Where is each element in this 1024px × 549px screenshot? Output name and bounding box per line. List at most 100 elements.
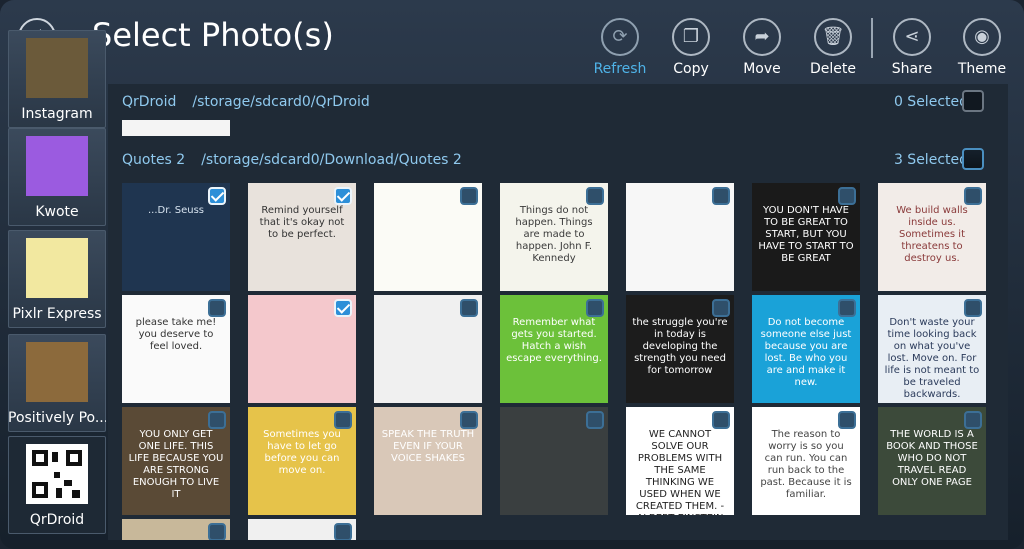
photo-thumbnail[interactable]: YOU ONLY GET ONE LIFE. THIS LIFE BECAUSE… <box>122 407 230 515</box>
photo-thumbnail[interactable]: Remind yourself that it's okay not to be… <box>248 183 356 291</box>
photo-thumbnail[interactable]: We build walls inside us. Sometimes it t… <box>878 183 986 291</box>
photo-select-checkbox[interactable] <box>712 187 730 205</box>
album-thumbnail <box>26 238 88 298</box>
photo-select-checkbox[interactable] <box>586 299 604 317</box>
photo-thumbnail[interactable]: YOU DON'T HAVE TO BE GREAT TO START, BUT… <box>752 183 860 291</box>
photo-thumbnail[interactable] <box>626 183 734 291</box>
photo-thumbnail[interactable]: The reason to worry is so you can run. Y… <box>752 407 860 515</box>
photo-select-checkbox[interactable] <box>460 187 478 205</box>
photo-thumbnail[interactable] <box>248 519 356 540</box>
photo-select-checkbox[interactable] <box>334 411 352 429</box>
photo-quote-text: WE CANNOT SOLVE OUR PROBLEMS WITH THE SA… <box>635 429 725 515</box>
photo-thumbnail[interactable]: Do not become someone else just because … <box>752 295 860 403</box>
photo-thumbnail[interactable]: Sometimes you have to let go before you … <box>248 407 356 515</box>
group-name: QrDroid <box>122 94 177 110</box>
photo-thumbnail[interactable] <box>500 407 608 515</box>
refresh-icon: ⟳ <box>601 18 639 56</box>
photo-quote-text: Don't waste your time looking back on wh… <box>884 317 980 400</box>
album-thumbnail <box>26 342 88 402</box>
refresh-button[interactable]: ⟳ Refresh <box>585 18 655 80</box>
tool-label: Theme <box>957 61 1007 77</box>
photo-select-checkbox[interactable] <box>460 411 478 429</box>
photo-quote-text: Remind yourself that it's okay not to be… <box>259 205 345 240</box>
top-bar: Select Photo(s) ⟳ Refresh ❐ Copy ➦ Move 🗑 Delet… <box>0 0 1024 82</box>
photo-select-checkbox[interactable] <box>964 299 982 317</box>
group-selected-count: 0 Selected <box>893 94 968 110</box>
group-path: /storage/sdcard0/QrDroid <box>192 94 370 110</box>
photo-select-checkbox[interactable] <box>838 411 856 429</box>
album-label: Pixlr Express <box>12 306 102 322</box>
photo-thumbnail[interactable]: please take me! you deserve to feel love… <box>122 295 230 403</box>
photo-select-checkbox[interactable] <box>208 187 226 205</box>
album-qrdroid[interactable]: QrDroid <box>8 436 106 534</box>
page-title: Select Photo(s) <box>92 16 334 54</box>
copy-icon: ❐ <box>672 18 710 56</box>
album-kwote[interactable]: Kwote <box>8 128 106 226</box>
group-select-all-checkbox[interactable] <box>962 90 984 112</box>
group-name: Quotes 2 <box>122 152 186 168</box>
photo-thumbnail[interactable]: SPEAK THE TRUTH EVEN IF YOUR VOICE SHAKE… <box>374 407 482 515</box>
photo-select-checkbox[interactable] <box>334 187 352 205</box>
photo-select-checkbox[interactable] <box>334 523 352 540</box>
photo-select-checkbox[interactable] <box>208 523 226 540</box>
photo-thumbnail[interactable]: Don't waste your time looking back on wh… <box>878 295 986 403</box>
photo-select-checkbox[interactable] <box>586 187 604 205</box>
delete-button[interactable]: 🗑 Delete <box>798 18 868 80</box>
app-window: Select Photo(s) ⟳ Refresh ❐ Copy ➦ Move 🗑 Delet… <box>0 0 1024 549</box>
photo-select-checkbox[interactable] <box>586 411 604 429</box>
album-instagram[interactable]: Instagram <box>8 30 106 128</box>
move-button[interactable]: ➦ Move <box>727 18 797 80</box>
copy-button[interactable]: ❐ Copy <box>656 18 726 80</box>
tool-label: Refresh <box>593 61 647 77</box>
photo-thumbnail[interactable] <box>374 183 482 291</box>
tool-label: Move <box>743 61 781 77</box>
photo-select-checkbox[interactable] <box>460 299 478 317</box>
photo-thumbnail[interactable]: Things do not happen. Things are made to… <box>500 183 608 291</box>
photo-select-checkbox[interactable] <box>838 187 856 205</box>
photo-thumbnail[interactable]: the struggle you're in today is developi… <box>626 295 734 403</box>
photo-select-checkbox[interactable] <box>712 299 730 317</box>
tool-label: Share <box>891 61 933 77</box>
group-select-all-checkbox[interactable] <box>962 148 984 170</box>
photo-quote-text: YOU ONLY GET ONE LIFE. THIS LIFE BECAUSE… <box>128 429 224 500</box>
album-sidebar: Instagram Kwote Pixlr Express Positively Po… <box>8 30 106 542</box>
photo-select-checkbox[interactable] <box>334 299 352 317</box>
photo-thumbnail[interactable] <box>122 519 230 540</box>
photo-thumbnail[interactable]: THE WORLD IS A BOOK AND THOSE WHO DO NOT… <box>878 407 986 515</box>
photo-quote-text: The reason to worry is so you can run. Y… <box>760 429 852 500</box>
photo-thumbnail[interactable] <box>374 295 482 403</box>
photo-select-checkbox[interactable] <box>208 299 226 317</box>
group-selected-count: 3 Selected <box>893 152 968 168</box>
photo-select-checkbox[interactable] <box>964 411 982 429</box>
photo-thumbnail[interactable]: WE CANNOT SOLVE OUR PROBLEMS WITH THE SA… <box>626 407 734 515</box>
album-thumbnail <box>26 136 88 196</box>
photo-thumbnail[interactable] <box>248 295 356 403</box>
share-button[interactable]: ⋖ Share <box>877 18 947 80</box>
photo-quote-text: Do not become someone else just because … <box>760 317 852 388</box>
photo-thumbnail[interactable]: Remember what gets you started. Hatch a … <box>500 295 608 403</box>
theme-button[interactable]: ◉ Theme <box>947 18 1017 80</box>
photo-thumbnail[interactable]: ...Dr. Seuss <box>122 183 230 291</box>
camera-icon: ◉ <box>963 18 1001 56</box>
photo-select-checkbox[interactable] <box>712 411 730 429</box>
photo-select-checkbox[interactable] <box>964 187 982 205</box>
photo-select-checkbox[interactable] <box>208 411 226 429</box>
photo-quote-text: please take me! you deserve to feel love… <box>135 317 217 352</box>
share-icon: ⋖ <box>893 18 931 56</box>
photo-quote-text: SPEAK THE TRUTH EVEN IF YOUR VOICE SHAKE… <box>381 429 475 464</box>
photo-quote-text: Sometimes you have to let go before you … <box>263 429 341 476</box>
photo-quote-text: the struggle you're in today is developi… <box>632 317 728 376</box>
tool-label: Delete <box>810 61 856 77</box>
photo-quote-text: THE WORLD IS A BOOK AND THOSE WHO DO NOT… <box>886 429 978 488</box>
toolbar-divider <box>871 18 873 58</box>
qrdroid-photo-thumbnail[interactable] <box>122 120 230 136</box>
photo-select-checkbox[interactable] <box>838 299 856 317</box>
photo-quote-text: YOU DON'T HAVE TO BE GREAT TO START, BUT… <box>758 205 854 264</box>
tool-label: Copy <box>673 61 709 77</box>
group-header-quotes-2: Quotes 2/storage/sdcard0/Download/Quotes… <box>122 152 462 176</box>
album-label: QrDroid <box>29 512 85 528</box>
photo-quote-text: We build walls inside us. Sometimes it t… <box>896 205 968 264</box>
album-label: Instagram <box>21 106 93 122</box>
album-positively-po[interactable]: Positively Po... <box>8 334 106 432</box>
album-pixlr-express[interactable]: Pixlr Express <box>8 230 106 328</box>
